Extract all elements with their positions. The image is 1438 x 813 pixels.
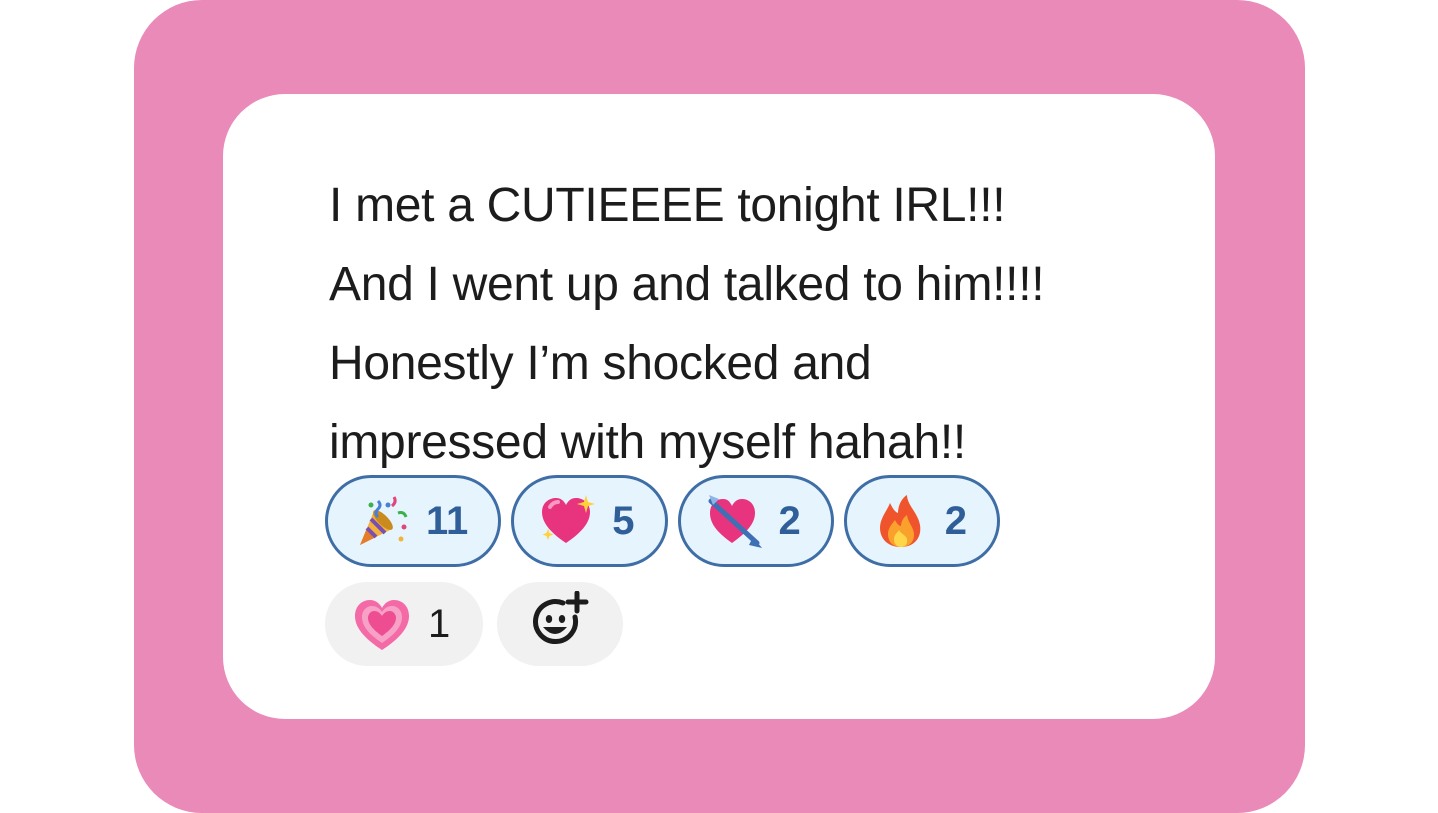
message-card: I met a CUTIEEEE tonight IRL!!! And I we… xyxy=(223,94,1215,719)
fire-icon xyxy=(873,493,929,549)
reaction-count: 5 xyxy=(612,498,635,543)
reaction-count: 1 xyxy=(428,601,451,646)
sparkling-heart-icon xyxy=(540,493,596,549)
add-reaction-icon xyxy=(529,590,591,658)
reaction-sparkling-heart[interactable]: 5 xyxy=(511,475,668,567)
reaction-heart-with-arrow[interactable]: 2 xyxy=(677,475,834,567)
reaction-party-popper[interactable]: 11 xyxy=(325,475,502,567)
message-line-2: And I went up and talked to him!!!! xyxy=(329,258,1045,311)
reaction-row-2: 1 xyxy=(325,578,1045,670)
party-popper-icon xyxy=(354,493,410,549)
add-reaction-button[interactable] xyxy=(497,582,624,666)
heart-with-arrow-icon xyxy=(707,493,763,549)
reaction-count: 11 xyxy=(426,498,469,543)
message-line-4: impressed with myself hahah!! xyxy=(329,416,966,469)
message-line-3: Honestly I’m shocked and xyxy=(329,337,872,390)
reaction-fire[interactable]: 2 xyxy=(843,475,1001,567)
reactions-bar: 11 5 2 2 1 xyxy=(325,475,1045,670)
pink-frame: I met a CUTIEEEE tonight IRL!!! And I we… xyxy=(134,0,1305,813)
message-text: I met a CUTIEEEE tonight IRL!!! And I we… xyxy=(329,166,1189,482)
reaction-row-1: 11 5 2 2 xyxy=(325,475,1045,567)
growing-heart-icon xyxy=(354,596,410,652)
reaction-count: 2 xyxy=(944,498,968,543)
reaction-growing-heart[interactable]: 1 xyxy=(325,582,484,666)
message-line-1: I met a CUTIEEEE tonight IRL!!! xyxy=(329,179,1006,232)
reaction-count: 2 xyxy=(778,498,801,543)
